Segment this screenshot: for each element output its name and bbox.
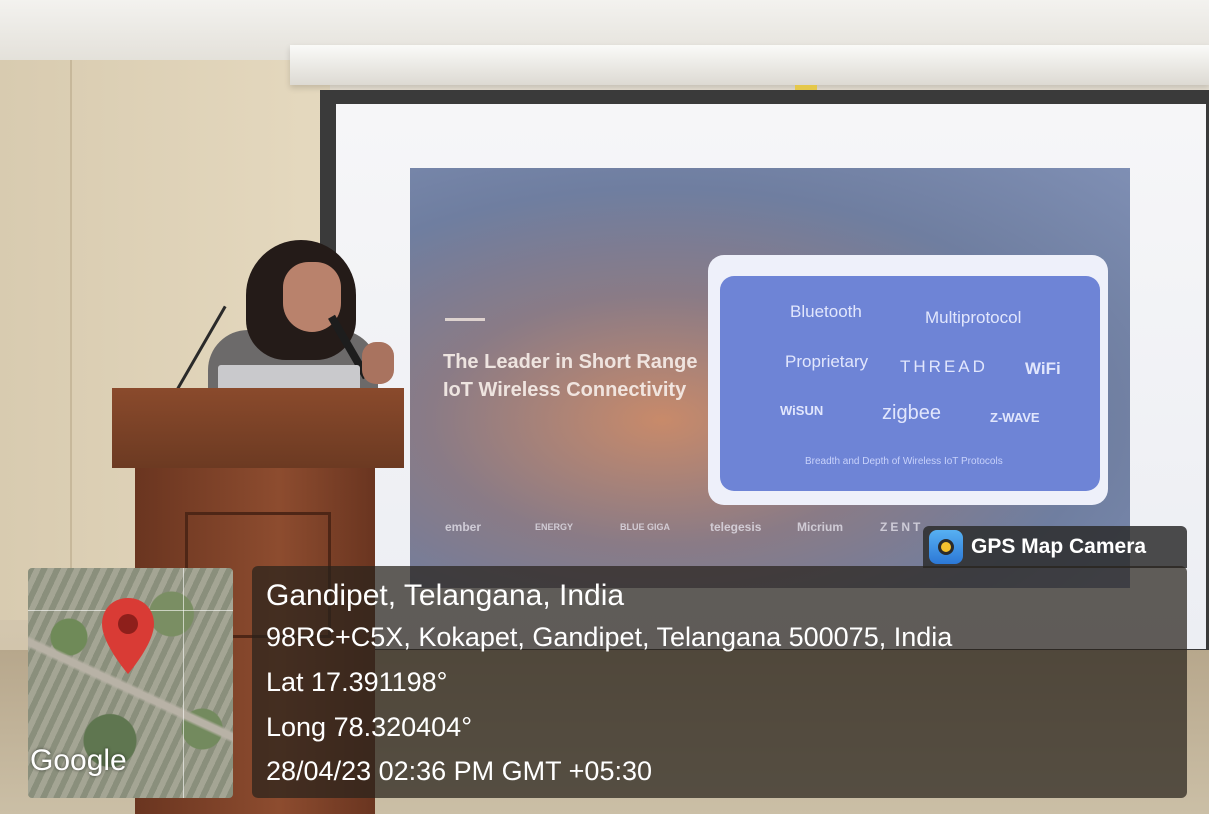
location-timestamp: 28/04/23 02:36 PM GMT +05:30 (266, 756, 653, 786)
protocol-proprietary: Proprietary (785, 352, 869, 371)
timeline-telegesis: telegesis (710, 520, 762, 534)
projector-screen-housing (290, 45, 1209, 85)
location-longitude: Long 78.320404° (266, 712, 472, 742)
protocol-wifi: WiFi (1025, 359, 1061, 378)
location-address: 98RC+C5X, Kokapet, Gandipet, Telangana 5… (266, 622, 953, 652)
protocol-wisun: WiSUN (780, 403, 824, 418)
location-latitude: Lat 17.391198° (266, 667, 448, 697)
protocol-zigbee: zigbee (882, 402, 941, 424)
timeline-bluegiga: BLUE GIGA (620, 522, 671, 532)
protocol-zwave: Z-WAVE (990, 410, 1040, 425)
protocol-thread: THREAD (900, 357, 988, 376)
protocol-caption: Breadth and Depth of Wireless IoT Protoc… (805, 456, 1003, 467)
timeline-micrium: Micrium (797, 520, 844, 534)
podium-top (112, 388, 404, 468)
camera-lens-icon (938, 539, 954, 555)
presenter-hand (362, 342, 394, 384)
map-road-line (183, 568, 184, 798)
timeline-energy: ENERGY (535, 522, 574, 532)
map-provider-logo: Google (30, 744, 127, 777)
slide-accent-line (445, 318, 485, 321)
location-title: Gandipet, Telangana, India (266, 579, 625, 612)
map-thumbnail: Google (28, 568, 233, 798)
wall-panel-seam (70, 60, 72, 580)
slide-title: The Leader in Short Range IoT Wireless C… (443, 351, 698, 401)
protocol-bluetooth: Bluetooth (790, 302, 862, 321)
map-pin-icon (102, 598, 154, 674)
protocol-multiprotocol: Multiprotocol (925, 308, 1022, 327)
timeline-zentri: ZENT (880, 520, 924, 534)
timeline-ember: ember (445, 520, 482, 534)
gps-camera-label: GPS Map Camera (971, 535, 1147, 558)
